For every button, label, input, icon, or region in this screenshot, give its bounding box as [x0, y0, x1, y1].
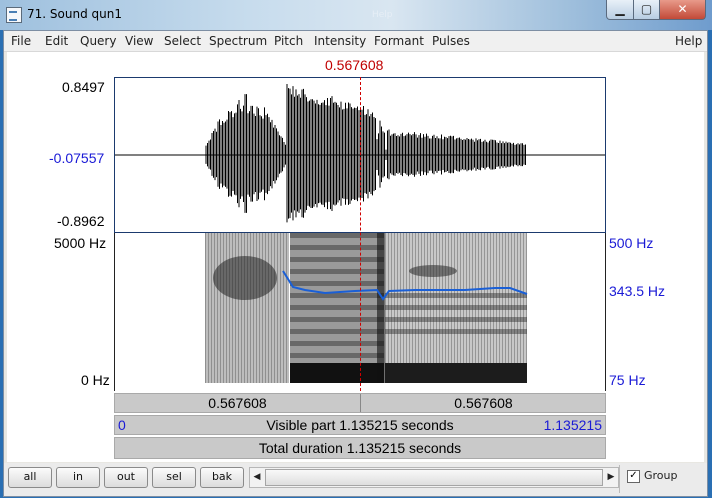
zoom-selection-button[interactable]: sel — [152, 467, 196, 488]
waveform-max-label: 0.8497 — [62, 79, 105, 95]
total-duration-text: Total duration 1.135215 seconds — [115, 440, 605, 456]
close-icon: ✕ — [677, 2, 687, 16]
pitch-min-label: 75 Hz — [609, 372, 646, 388]
group-label: Group — [644, 469, 678, 482]
menu-bar: File Edit Query View Select Spectrum Pit… — [4, 31, 707, 52]
maximize-icon: ▢ — [641, 2, 652, 16]
total-duration-bar[interactable]: Total duration 1.135215 seconds — [114, 437, 606, 459]
menu-pulses[interactable]: Pulses — [432, 34, 470, 48]
menu-formant[interactable]: Formant — [374, 34, 424, 48]
background-window-ghost-text: Help — [372, 10, 393, 20]
bottom-toolbar: all in out sel bak ◀ ▶ ✓ Group — [4, 463, 707, 496]
window-body: File Edit Query View Select Spectrum Pit… — [3, 30, 708, 497]
waveform-min-label: -0.8962 — [57, 213, 104, 229]
praat-sound-window: 71. Sound qun1 Help ▁ ▢ ✕ File Edit Quer… — [0, 0, 712, 498]
scroll-thumb[interactable] — [265, 469, 603, 486]
horizontal-scrollbar[interactable]: ◀ ▶ — [249, 467, 619, 488]
menu-pitch[interactable]: Pitch — [274, 34, 303, 48]
menu-edit[interactable]: Edit — [45, 34, 68, 48]
zoom-back-button[interactable]: bak — [200, 467, 244, 488]
spectrogram-freq-top: 5000 Hz — [54, 235, 106, 251]
waveform-mid-label: -0.07557 — [49, 150, 104, 166]
menu-select[interactable]: Select — [164, 34, 201, 48]
pitch-current-label: 343.5 Hz — [609, 283, 665, 299]
scroll-right-icon[interactable]: ▶ — [604, 468, 618, 487]
menu-file[interactable]: File — [11, 34, 31, 48]
menu-spectrum[interactable]: Spectrum — [209, 34, 267, 48]
selection-left-time[interactable]: 0.567608 — [115, 395, 360, 411]
sound-editor-area[interactable]: 0.567608 0.8497 -0.07557 -0.8962 5000 Hz… — [7, 52, 704, 462]
minimize-icon: ▁ — [615, 2, 624, 16]
close-button[interactable]: ✕ — [659, 0, 706, 20]
visible-end-time: 1.135215 — [544, 417, 602, 433]
menu-view[interactable]: View — [125, 34, 153, 48]
menu-intensity[interactable]: Intensity — [314, 34, 366, 48]
group-checkbox[interactable]: ✓ — [627, 470, 640, 483]
maximize-button[interactable]: ▢ — [633, 0, 660, 20]
menu-help[interactable]: Help — [675, 34, 702, 48]
toolbar-separator — [619, 465, 620, 493]
cursor-line — [360, 77, 361, 391]
menu-query[interactable]: Query — [80, 34, 116, 48]
spectrogram-freq-bottom: 0 Hz — [81, 372, 110, 388]
selection-right-time[interactable]: 0.567608 — [361, 395, 606, 411]
cursor-time-label: 0.567608 — [325, 57, 383, 73]
scroll-left-icon[interactable]: ◀ — [250, 468, 264, 487]
title-bar[interactable]: 71. Sound qun1 Help ▁ ▢ ✕ — [0, 0, 712, 30]
visible-part-text: Visible part 1.135215 seconds — [115, 417, 605, 433]
minimize-button[interactable]: ▁ — [606, 0, 634, 20]
zoom-out-button[interactable]: out — [104, 467, 148, 488]
zoom-in-button[interactable]: in — [56, 467, 100, 488]
all-button[interactable]: all — [8, 467, 52, 488]
selection-bar[interactable]: 0.567608 0.567608 — [114, 393, 606, 413]
visible-part-bar[interactable]: 0 Visible part 1.135215 seconds 1.135215 — [114, 415, 606, 435]
praat-window-icon — [6, 7, 22, 23]
pitch-max-label: 500 Hz — [609, 235, 653, 251]
window-title: 71. Sound qun1 — [27, 7, 122, 21]
